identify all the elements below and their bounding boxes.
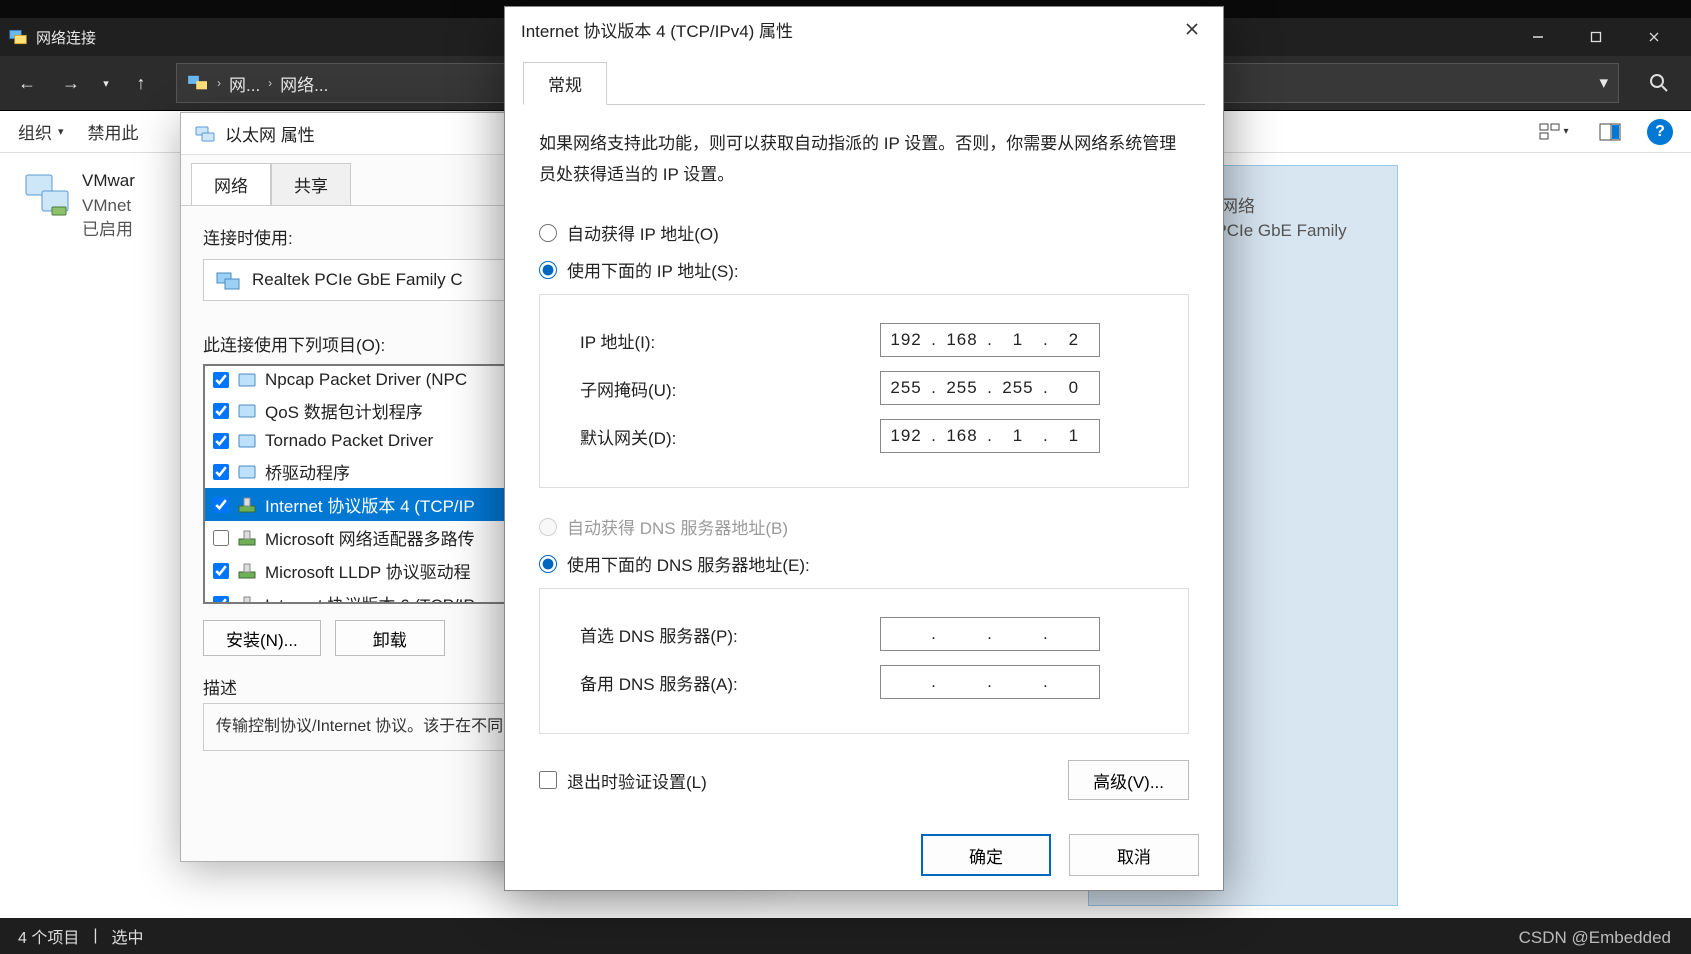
radio-auto-ip-input[interactable]	[539, 224, 557, 242]
cmd-organize[interactable]: 组织▾	[18, 119, 64, 144]
radio-static-ip[interactable]: 使用下面的 IP 地址(S):	[539, 257, 1189, 282]
protocol-checkbox[interactable]	[213, 563, 229, 579]
ip-address-field[interactable]: 192. 168. 1. 2	[880, 323, 1100, 357]
protocol-checkbox[interactable]	[213, 433, 229, 449]
driver-icon	[237, 432, 257, 450]
validate-checkbox[interactable]	[539, 771, 557, 789]
protocol-checkbox[interactable]	[213, 530, 229, 546]
gateway-field[interactable]: 192. 168. 1. 1	[880, 419, 1100, 453]
protocol-label: 桥驱动程序	[265, 459, 350, 484]
install-button[interactable]: 安装(N)...	[203, 620, 321, 656]
network-folder-icon	[8, 27, 28, 47]
radio-auto-dns-input	[539, 518, 557, 536]
minimize-button[interactable]	[1509, 18, 1567, 56]
close-button[interactable]	[1625, 18, 1683, 56]
radio-auto-dns: 自动获得 DNS 服务器地址(B)	[539, 514, 1189, 539]
driver-icon	[237, 371, 257, 389]
protocol-icon	[237, 529, 257, 547]
dialog-title: 以太网 属性	[225, 121, 315, 146]
adapter-name: Realtek PCIe GbE Family C	[252, 270, 463, 290]
view-icon	[1539, 123, 1561, 141]
pane-icon	[1599, 123, 1621, 141]
protocol-label: Npcap Packet Driver (NPC	[265, 370, 467, 390]
breadcrumb-seg[interactable]: 网络...	[280, 71, 328, 96]
explorer-statusbar: 4 个项目 | 选中	[0, 918, 1691, 954]
tab-general[interactable]: 常规	[523, 62, 607, 105]
protocol-label: Internet 协议版本 6 (TCP/IP	[265, 591, 475, 604]
item-sub2: 已启用	[82, 218, 135, 243]
ipv4-properties-dialog: Internet 协议版本 4 (TCP/IPv4) 属性 常规 如果网络支持此…	[504, 6, 1224, 891]
ip-label: IP 地址(I):	[580, 328, 880, 353]
radio-static-dns[interactable]: 使用下面的 DNS 服务器地址(E):	[539, 551, 1189, 576]
network-icon	[187, 74, 209, 92]
validate-on-exit[interactable]: 退出时验证设置(L)	[539, 768, 707, 793]
radio-auto-ip[interactable]: 自动获得 IP 地址(O)	[539, 220, 1189, 245]
item-sub1: VMnet	[82, 194, 135, 219]
dns2-field[interactable]: . . .	[880, 665, 1100, 699]
ipv4-tabs: 常规	[505, 51, 1223, 104]
protocol-label: Internet 协议版本 4 (TCP/IP	[265, 492, 475, 517]
protocol-icon	[237, 595, 257, 605]
advanced-button[interactable]: 高级(V)...	[1068, 760, 1189, 800]
search-button[interactable]	[1635, 63, 1683, 103]
search-icon	[1649, 73, 1669, 93]
nic-icon	[216, 270, 240, 290]
back-button[interactable]: ←	[8, 64, 46, 102]
chevron-down-icon[interactable]: ▾	[1599, 73, 1608, 93]
protocol-checkbox[interactable]	[213, 596, 229, 605]
chevron-right-icon: ›	[268, 76, 272, 90]
history-chevron[interactable]: ▾	[96, 64, 116, 102]
protocol-label: Microsoft 网络适配器多路传	[265, 525, 475, 550]
item-count: 4 个项目	[18, 924, 79, 948]
watermark: CSDN @Embedded	[1519, 928, 1671, 948]
close-button[interactable]	[1177, 14, 1207, 44]
maximize-button[interactable]	[1567, 18, 1625, 56]
cancel-button[interactable]: 取消	[1069, 834, 1199, 876]
tab-share[interactable]: 共享	[271, 163, 351, 205]
tab-network[interactable]: 网络	[191, 163, 271, 205]
ipv4-description: 如果网络支持此功能，则可以获取自动指派的 IP 设置。否则，你需要从网络系统管理…	[539, 129, 1189, 190]
protocol-label: Tornado Packet Driver	[265, 431, 433, 451]
protocol-checkbox[interactable]	[213, 464, 229, 480]
protocol-checkbox[interactable]	[213, 497, 229, 513]
protocol-icon	[237, 562, 257, 580]
cmd-disable[interactable]: 禁用此	[88, 119, 139, 144]
dns1-label: 首选 DNS 服务器(P):	[580, 622, 880, 647]
dns2-label: 备用 DNS 服务器(A):	[580, 670, 880, 695]
radio-static-dns-input[interactable]	[539, 555, 557, 573]
protocol-label: Microsoft LLDP 协议驱动程	[265, 558, 471, 583]
forward-button[interactable]: →	[52, 64, 90, 102]
driver-icon	[237, 402, 257, 420]
mask-label: 子网掩码(U):	[580, 376, 880, 401]
dns1-field[interactable]: . . .	[880, 617, 1100, 651]
close-icon	[1185, 22, 1199, 36]
ok-button[interactable]: 确定	[921, 834, 1051, 876]
dialog-title: Internet 协议版本 4 (TCP/IPv4) 属性	[521, 17, 793, 42]
protocol-icon	[237, 496, 257, 514]
selection-label: 选中	[112, 924, 144, 948]
view-mode-button[interactable]: ▾	[1535, 117, 1573, 147]
subnet-mask-field[interactable]: 255. 255. 255. 0	[880, 371, 1100, 405]
chevron-right-icon: ›	[217, 76, 221, 90]
driver-icon	[237, 463, 257, 481]
item-name: VMwar	[82, 169, 135, 194]
up-button[interactable]: ↑	[122, 64, 160, 102]
adapter-icon	[195, 124, 215, 144]
protocol-checkbox[interactable]	[213, 403, 229, 419]
breadcrumb-seg[interactable]: 网...	[229, 71, 260, 96]
gateway-label: 默认网关(D):	[580, 424, 880, 449]
radio-static-ip-input[interactable]	[539, 261, 557, 279]
protocol-label: QoS 数据包计划程序	[265, 398, 423, 423]
uninstall-button[interactable]: 卸载	[335, 620, 445, 656]
dialog-titlebar: Internet 协议版本 4 (TCP/IPv4) 属性	[505, 7, 1223, 51]
help-button[interactable]: ?	[1647, 119, 1673, 145]
adapter-icon	[22, 169, 72, 219]
details-pane-button[interactable]	[1591, 117, 1629, 147]
protocol-checkbox[interactable]	[213, 372, 229, 388]
